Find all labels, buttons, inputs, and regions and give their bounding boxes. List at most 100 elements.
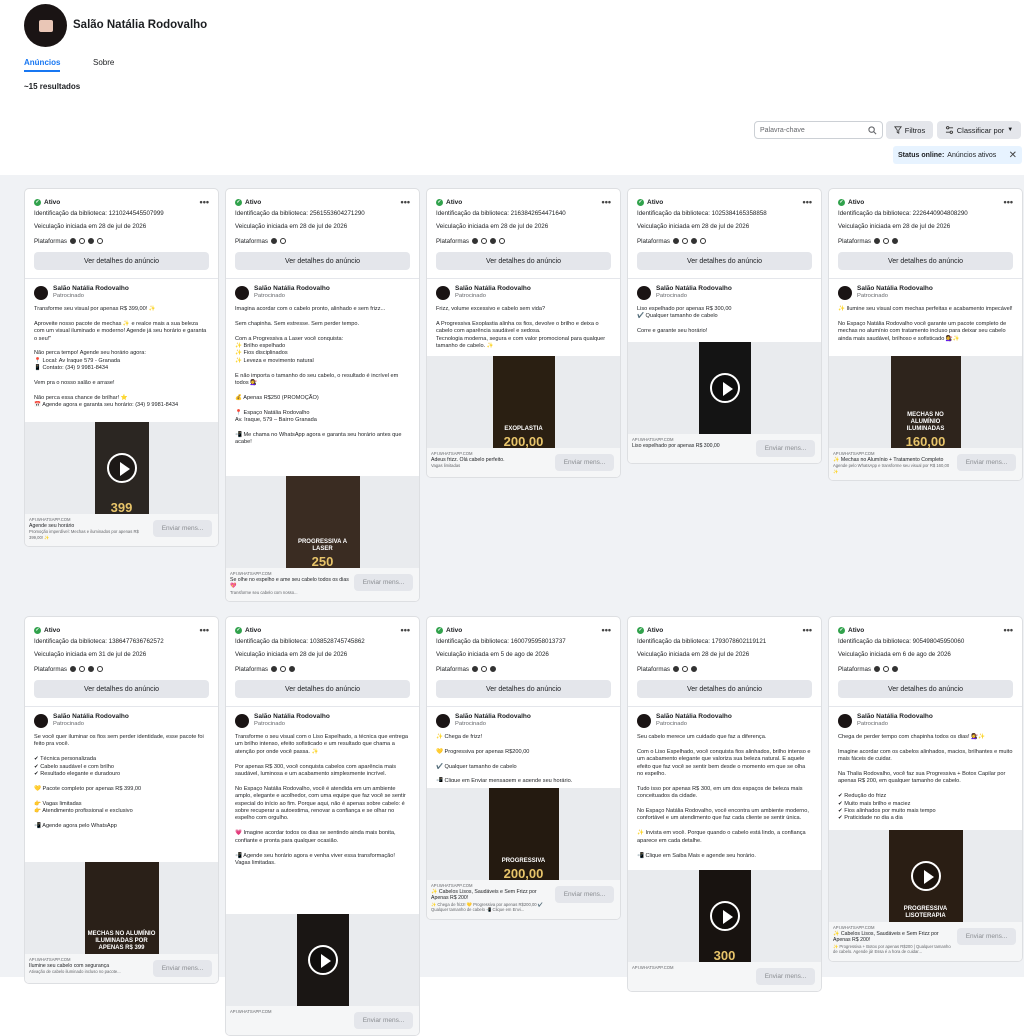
view-ad-details-button[interactable]: Ver detalhes do anúncio [34,252,209,270]
more-options-icon[interactable]: ••• [803,197,812,207]
whatsapp-icon [97,238,104,244]
platforms-row: Plataformas [637,236,812,246]
avatar[interactable] [235,713,249,728]
instagram-icon [280,666,287,672]
instagram-icon [682,238,689,244]
page-header: Salão Natália Rodovalho Anúncios Sobre ~… [0,0,1024,175]
start-date: Veiculação iniciada em 28 de jul de 2026 [637,223,750,230]
ad-creative-image[interactable]: MECHAS NO ALUMÍNIO ILUMINADAS POR APENAS… [84,862,159,954]
advertiser-name[interactable]: Salão Natália Rodovalho [254,713,330,721]
send-message-button[interactable]: Enviar mens... [756,440,815,457]
ad-creative-image[interactable]: PROGRESSIVA A LASER 250 [285,476,360,568]
facebook-icon [874,238,881,244]
check-icon: ✓ [235,626,242,634]
view-ad-details-button[interactable]: Ver detalhes do anúncio [637,252,812,270]
filters-button[interactable]: Filtros [886,121,933,139]
view-ad-details-button[interactable]: Ver detalhes do anúncio [235,252,410,270]
more-options-icon[interactable]: ••• [200,197,209,207]
ad-card: ✓ Ativo ••• Identificação da biblioteca:… [225,188,420,603]
more-options-icon[interactable]: ••• [602,625,611,635]
view-ad-details-button[interactable]: Ver detalhes do anúncio [235,680,410,698]
send-message-button[interactable]: Enviar mens... [354,1012,413,1029]
avatar[interactable] [838,285,852,300]
send-message-button[interactable]: Enviar mens... [957,454,1016,471]
status-badge: Ativo [245,198,262,206]
more-options-icon[interactable]: ••• [1004,197,1013,207]
facebook-icon [874,666,881,672]
ad-creative-image[interactable]: 399 [94,422,149,514]
instagram-icon [883,666,890,672]
ad-creative-image[interactable]: MECHAS NO ALUMÍNIO ILUMINADAS 160,00 [890,356,961,448]
whatsapp-icon [700,238,707,244]
check-icon: ✓ [34,198,41,206]
avatar[interactable] [235,285,249,300]
avatar[interactable] [637,285,651,300]
more-options-icon[interactable]: ••• [602,197,611,207]
ad-body-text: Transforme o seu visual com o Liso Espel… [235,734,408,866]
divider [427,278,620,279]
advertiser-name[interactable]: Salão Natália Rodovalho [455,285,531,293]
close-icon[interactable]: ✕ [1009,150,1017,161]
advertiser-name[interactable]: Salão Natália Rodovalho [53,713,129,721]
ad-creative-image[interactable] [296,914,349,1006]
tab-ads[interactable]: Anúncios [24,58,61,72]
ad-creative-image[interactable]: PROGRESSIVA LISOTERAPIA [888,830,963,922]
send-message-button[interactable]: Enviar mens... [555,454,614,471]
more-options-icon[interactable]: ••• [401,625,410,635]
avatar[interactable] [34,713,48,728]
send-message-button[interactable]: Enviar mens... [153,960,212,977]
advertiser-name[interactable]: Salão Natália Rodovalho [656,285,732,293]
ad-creative-image[interactable] [698,342,751,434]
advertiser-name[interactable]: Salão Natália Rodovalho [656,713,732,721]
ad-creative-image[interactable]: EXOPLASTIA 200,00 [492,356,555,448]
avatar[interactable] [436,285,450,300]
threads-icon [280,238,287,244]
more-options-icon[interactable]: ••• [200,625,209,635]
creative-price: 200,00 [503,866,544,880]
view-ad-details-button[interactable]: Ver detalhes do anúncio [838,680,1013,698]
avatar[interactable] [838,713,852,728]
view-ad-details-button[interactable]: Ver detalhes do anúncio [838,252,1013,270]
view-ad-details-button[interactable]: Ver detalhes do anúncio [436,252,611,270]
advertiser-row: Salão Natália Rodovalho Patrocinado [25,285,218,300]
ad-headline: Liso espelhado por apenas R$ 300,00 [632,443,720,449]
platforms-label: Plataformas [637,237,671,245]
advertiser-name[interactable]: Salão Natália Rodovalho [857,285,933,293]
tab-about[interactable]: Sobre [93,58,114,67]
instagram-icon [481,238,488,244]
facebook-icon [673,238,680,244]
send-message-button[interactable]: Enviar mens... [354,574,413,591]
sponsored-label: Patrocinado [254,721,285,727]
page-avatar[interactable] [24,4,67,47]
creative-price: 160,00 [905,434,946,448]
send-message-button[interactable]: Enviar mens... [153,520,212,537]
advertiser-name[interactable]: Salão Natália Rodovalho [455,713,531,721]
view-ad-details-button[interactable]: Ver detalhes do anúncio [436,680,611,698]
play-icon[interactable] [910,861,941,891]
more-options-icon[interactable]: ••• [1004,625,1013,635]
more-options-icon[interactable]: ••• [803,625,812,635]
view-ad-details-button[interactable]: Ver detalhes do anúncio [34,680,209,698]
play-icon[interactable] [709,373,740,403]
ad-creative-image[interactable]: PROGRESSIVA 200,00 [488,788,559,880]
play-icon[interactable] [106,453,137,483]
search-input[interactable]: Palavra-chave [754,121,883,139]
send-message-button[interactable]: Enviar mens... [957,928,1016,945]
sort-button[interactable]: Classificar por ▼ [937,121,1021,139]
play-icon[interactable] [307,945,338,975]
avatar[interactable] [34,285,48,300]
ad-creative-image[interactable]: 300 [698,870,751,962]
status-filter-chip[interactable]: Status online: Anúncios ativos ✕ [893,146,1022,164]
advertiser-name[interactable]: Salão Natália Rodovalho [254,285,330,293]
page-title[interactable]: Salão Natália Rodovalho [73,19,207,31]
more-options-icon[interactable]: ••• [401,197,410,207]
divider [829,278,1022,279]
play-icon[interactable] [709,901,740,931]
avatar[interactable] [637,713,651,728]
advertiser-name[interactable]: Salão Natália Rodovalho [53,285,129,293]
view-ad-details-button[interactable]: Ver detalhes do anúncio [637,680,812,698]
advertiser-name[interactable]: Salão Natália Rodovalho [857,713,933,721]
avatar[interactable] [436,713,450,728]
send-message-button[interactable]: Enviar mens... [555,886,614,903]
creative-price: 399 [110,500,133,514]
